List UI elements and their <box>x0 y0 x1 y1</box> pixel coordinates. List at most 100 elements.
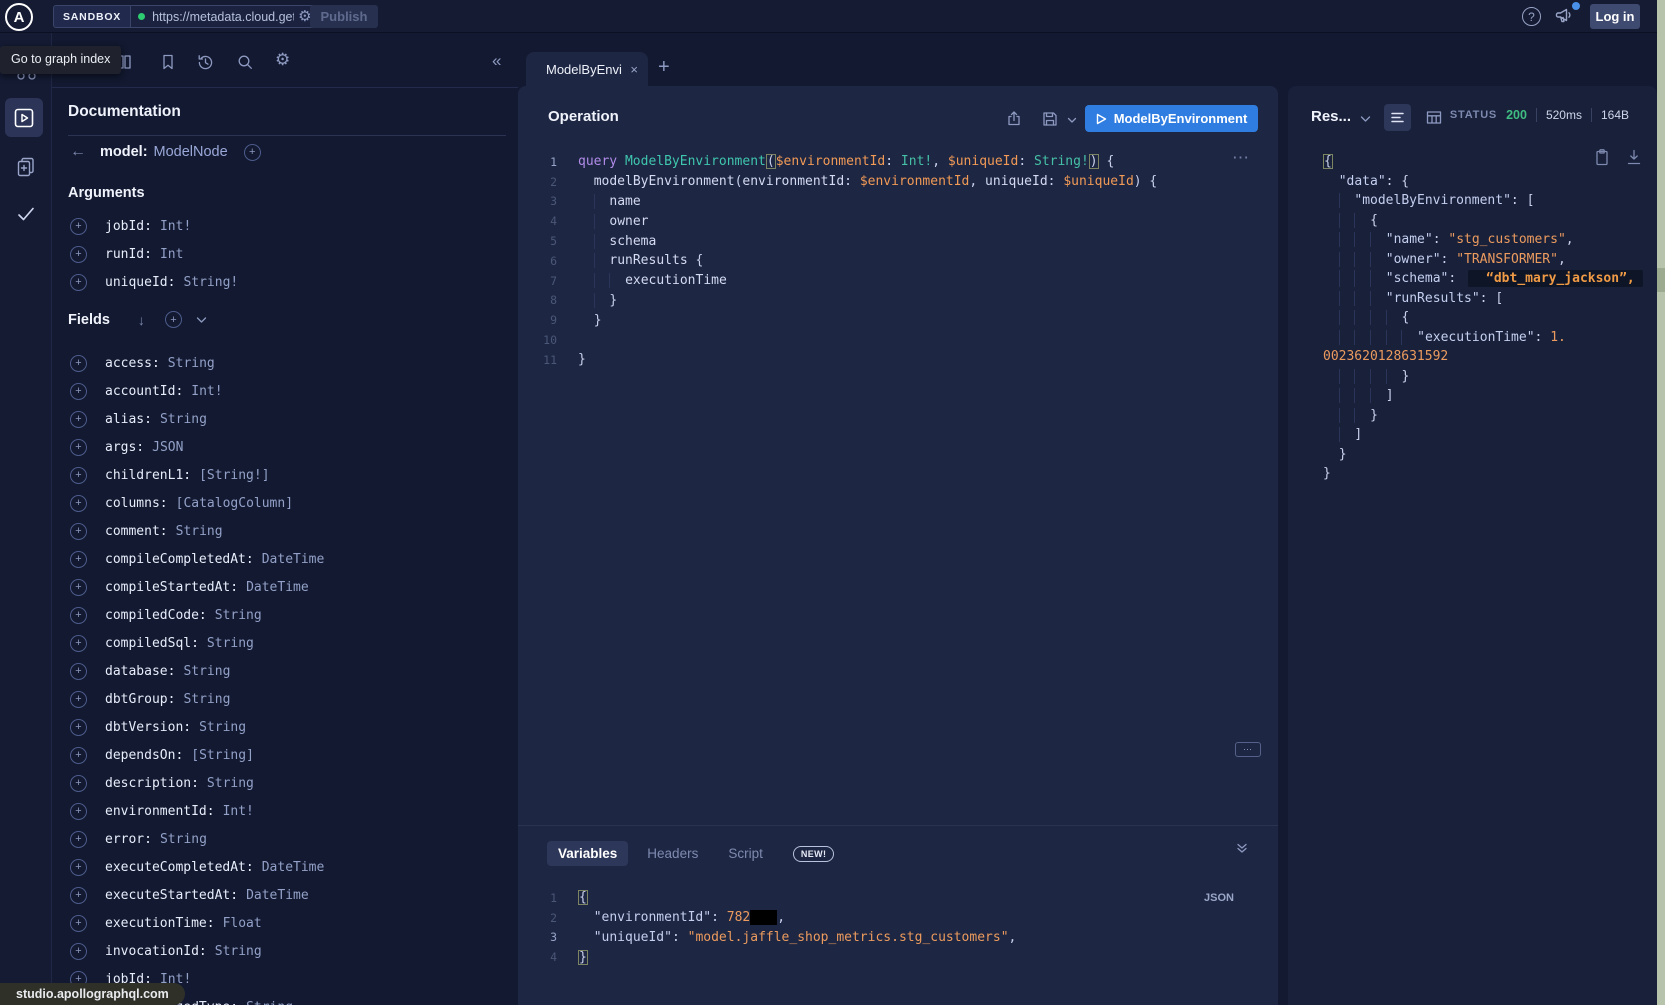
add-field-to-query-button[interactable]: + <box>70 635 87 652</box>
response-raw-view-toggle[interactable] <box>1384 104 1411 131</box>
save-dropdown-icon[interactable] <box>1067 117 1077 124</box>
field-type-link[interactable]: String <box>176 524 223 539</box>
add-field-to-query-button[interactable]: + <box>70 439 87 456</box>
operation-editor[interactable]: 1query ModelByEnvironment($environmentId… <box>518 152 1270 370</box>
sidebar-item-schema[interactable] <box>0 156 52 178</box>
history-icon[interactable] <box>196 53 215 72</box>
field-name[interactable]: childrenL1: <box>105 468 191 483</box>
add-field-to-query-button[interactable]: + <box>70 246 87 263</box>
tab-headers[interactable]: Headers <box>647 846 698 861</box>
keyboard-shortcuts-icon[interactable]: ⋯ <box>1235 742 1261 757</box>
add-field-to-query-button[interactable]: + <box>70 943 87 960</box>
field-name[interactable]: comment: <box>105 524 168 539</box>
field-name[interactable]: executeStartedAt: <box>105 888 238 903</box>
add-field-to-query-button[interactable]: + <box>70 859 87 876</box>
add-field-to-query-button[interactable]: + <box>70 803 87 820</box>
field-type-link[interactable]: DateTime <box>262 552 325 567</box>
field-type-link[interactable]: Int <box>160 247 183 262</box>
publish-button[interactable]: Publish <box>310 5 378 28</box>
add-all-fields-button[interactable]: + <box>244 144 261 161</box>
field-type-link[interactable]: String <box>183 692 230 707</box>
close-tab-icon[interactable]: × <box>630 62 638 77</box>
field-type-link[interactable]: JSON <box>152 440 183 455</box>
field-name[interactable]: compiledCode: <box>105 608 207 623</box>
field-name[interactable]: database: <box>105 664 175 679</box>
field-type-link[interactable]: String <box>160 832 207 847</box>
add-field-to-query-button[interactable]: + <box>70 719 87 736</box>
field-type-link[interactable]: String <box>215 608 262 623</box>
field-name[interactable]: compileCompletedAt: <box>105 552 254 567</box>
add-field-to-query-button[interactable]: + <box>70 355 87 372</box>
save-operation-icon[interactable] <box>1041 110 1059 128</box>
field-name[interactable]: executionTime: <box>105 916 215 931</box>
add-field-to-query-button[interactable]: + <box>70 663 87 680</box>
add-field-to-query-button[interactable]: + <box>70 915 87 932</box>
field-type-link[interactable]: DateTime <box>246 888 309 903</box>
login-button[interactable]: Log in <box>1590 4 1640 29</box>
field-name[interactable]: compiledSql: <box>105 636 199 651</box>
endpoint-url-input[interactable]: https://metadata.cloud.get ⚙ <box>131 5 325 28</box>
back-arrow-icon[interactable]: ← <box>70 143 86 161</box>
add-field-to-query-button[interactable]: + <box>70 887 87 904</box>
endpoint-url-text[interactable]: https://metadata.cloud.get <box>152 10 294 24</box>
field-name[interactable]: invocationId: <box>105 944 207 959</box>
add-field-to-query-button[interactable]: + <box>70 831 87 848</box>
add-field-to-query-button[interactable]: + <box>70 274 87 291</box>
response-title[interactable]: Res... <box>1311 108 1351 125</box>
field-name[interactable]: columns: <box>105 496 168 511</box>
field-name[interactable]: error: <box>105 832 152 847</box>
field-type-link[interactable]: String <box>168 356 215 371</box>
field-type-link[interactable]: String <box>215 944 262 959</box>
add-field-to-query-button[interactable]: + <box>70 411 87 428</box>
announcements-icon[interactable] <box>1554 6 1574 26</box>
field-name[interactable]: dependsOn: <box>105 748 183 763</box>
field-type-link[interactable]: DateTime <box>246 580 309 595</box>
field-type-link[interactable]: Int! <box>160 219 191 234</box>
add-field-to-query-button[interactable]: + <box>70 383 87 400</box>
run-operation-button[interactable]: ModelByEnvironment <box>1085 105 1258 132</box>
help-icon[interactable]: ? <box>1522 7 1541 26</box>
new-tab-button[interactable]: + <box>658 56 670 79</box>
apollo-logo[interactable]: A <box>5 3 33 31</box>
field-name[interactable]: compileStartedAt: <box>105 580 238 595</box>
response-table-view-toggle[interactable] <box>1425 109 1443 126</box>
field-name[interactable]: description: <box>105 776 199 791</box>
add-field-to-query-button[interactable]: + <box>70 747 87 764</box>
field-type-link[interactable]: String <box>246 1000 293 1005</box>
add-field-to-query-button[interactable]: + <box>70 579 87 596</box>
field-name[interactable]: environmentId: <box>105 804 215 819</box>
add-field-to-query-button[interactable]: + <box>70 607 87 624</box>
add-field-to-query-button[interactable]: + <box>70 218 87 235</box>
field-name[interactable]: args: <box>105 440 144 455</box>
field-name[interactable]: dbtGroup: <box>105 692 175 707</box>
add-field-to-query-button[interactable]: + <box>70 467 87 484</box>
field-type-link[interactable]: String <box>183 664 230 679</box>
add-field-to-query-button[interactable]: + <box>70 691 87 708</box>
sidebar-item-checks[interactable] <box>0 204 52 224</box>
field-type-link[interactable]: String <box>160 412 207 427</box>
field-type-link[interactable]: Int! <box>223 804 254 819</box>
field-type-link[interactable]: [String!] <box>199 468 269 483</box>
collapse-panel-icon[interactable]: « <box>492 51 501 71</box>
field-name[interactable]: alias: <box>105 412 152 427</box>
field-name[interactable]: access: <box>105 356 160 371</box>
sort-fields-icon[interactable]: ↓ <box>138 312 145 328</box>
field-name[interactable]: dbtVersion: <box>105 720 191 735</box>
field-name[interactable]: runId: <box>105 247 152 262</box>
tab-script[interactable]: Script <box>728 846 763 861</box>
explorer-settings-icon[interactable]: ⚙ <box>275 50 290 70</box>
add-field-to-query-button[interactable]: + <box>70 523 87 540</box>
share-operation-icon[interactable] <box>1005 110 1023 128</box>
variables-divider[interactable] <box>518 825 1278 826</box>
field-type-link[interactable]: String <box>207 776 254 791</box>
field-name[interactable]: uniqueId: <box>105 275 175 290</box>
browser-scrollbar-strip[interactable] <box>1657 0 1665 1005</box>
collapse-variables-icon[interactable] <box>1236 842 1248 854</box>
field-type-link[interactable]: [String] <box>191 748 254 763</box>
tab-modelbyenvironment[interactable]: ModelByEnvi... × <box>526 52 648 86</box>
field-type-link[interactable]: [CatalogColumn] <box>176 496 293 511</box>
add-field-to-query-button[interactable]: + <box>70 775 87 792</box>
search-icon[interactable] <box>236 53 254 71</box>
chevron-down-icon[interactable] <box>196 316 207 324</box>
response-json-viewer[interactable]: {"data": {"modelByEnvironment": [{"name"… <box>1288 152 1650 484</box>
